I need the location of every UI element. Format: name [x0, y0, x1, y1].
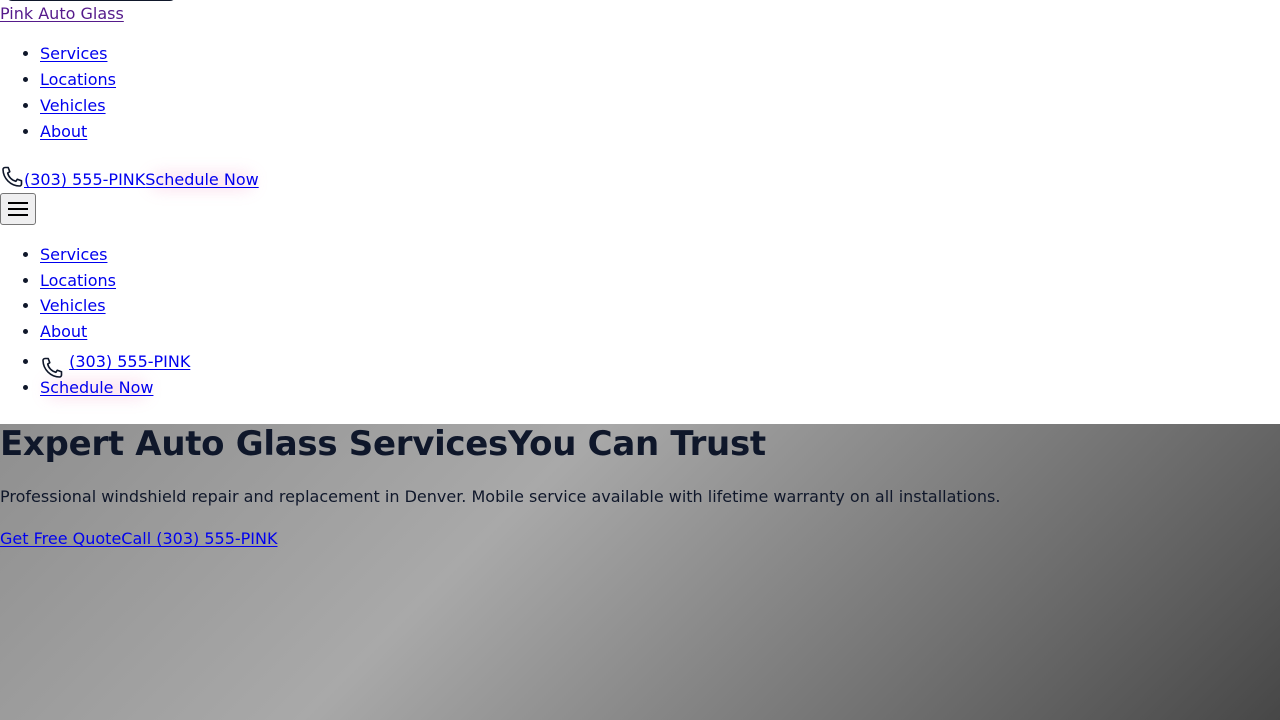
nav-item: Services [40, 41, 116, 67]
mobile-nav-link-vehicles[interactable]: Vehicles [40, 296, 106, 315]
skip-to-content-link[interactable] [6, 0, 176, 1]
nav-item: Locations [40, 67, 116, 93]
mobile-nav-item: Services [40, 242, 190, 268]
header-phone-link[interactable]: (303) 555-PINK [24, 170, 145, 189]
hero-section: Expert Auto Glass ServicesYou Can Trust … [0, 424, 1280, 720]
nav-link-services[interactable]: Services [40, 44, 107, 63]
mobile-nav: Services Locations Vehicles About (303) … [0, 242, 190, 401]
mobile-menu-toggle-button[interactable] [0, 193, 36, 225]
mobile-nav-item: Locations [40, 268, 190, 294]
phone-icon [40, 352, 69, 379]
mobile-nav-link-locations[interactable]: Locations [40, 271, 116, 290]
hero-title-part2: You Can Trust [507, 424, 766, 464]
get-free-quote-button[interactable]: Get Free Quote [0, 529, 121, 548]
mobile-nav-item: About [40, 319, 190, 345]
mobile-phone-link[interactable]: (303) 555-PINK [69, 352, 190, 371]
nav-link-locations[interactable]: Locations [40, 70, 116, 89]
hero-subtitle: Professional windshield repair and repla… [0, 487, 1001, 506]
desktop-nav: Services Locations Vehicles About [0, 41, 116, 145]
header-contact-row: (303) 555-PINK Schedule Now [0, 161, 259, 189]
mobile-nav-item: Vehicles [40, 293, 190, 319]
mobile-nav-item: Schedule Now [40, 375, 190, 401]
nav-item: About [40, 119, 116, 145]
nav-link-about[interactable]: About [40, 122, 87, 141]
mobile-nav-link-services[interactable]: Services [40, 245, 107, 264]
hero-title: Expert Auto Glass ServicesYou Can Trust [0, 424, 766, 464]
hamburger-menu-icon [8, 202, 28, 216]
phone-icon [0, 165, 24, 189]
nav-link-vehicles[interactable]: Vehicles [40, 96, 106, 115]
call-phone-button[interactable]: Call (303) 555-PINK [121, 529, 277, 548]
mobile-nav-item: (303) 555-PINK [40, 344, 190, 379]
hero-cta-group: Get Free QuoteCall (303) 555-PINK [0, 529, 277, 548]
mobile-nav-link-about[interactable]: About [40, 322, 87, 341]
hero-title-part1: Expert Auto Glass Services [0, 424, 508, 464]
brand-logo-link[interactable]: Pink Auto Glass [0, 4, 124, 23]
header-schedule-button[interactable]: Schedule Now [145, 170, 258, 189]
nav-item: Vehicles [40, 93, 116, 119]
mobile-schedule-button[interactable]: Schedule Now [40, 378, 153, 397]
